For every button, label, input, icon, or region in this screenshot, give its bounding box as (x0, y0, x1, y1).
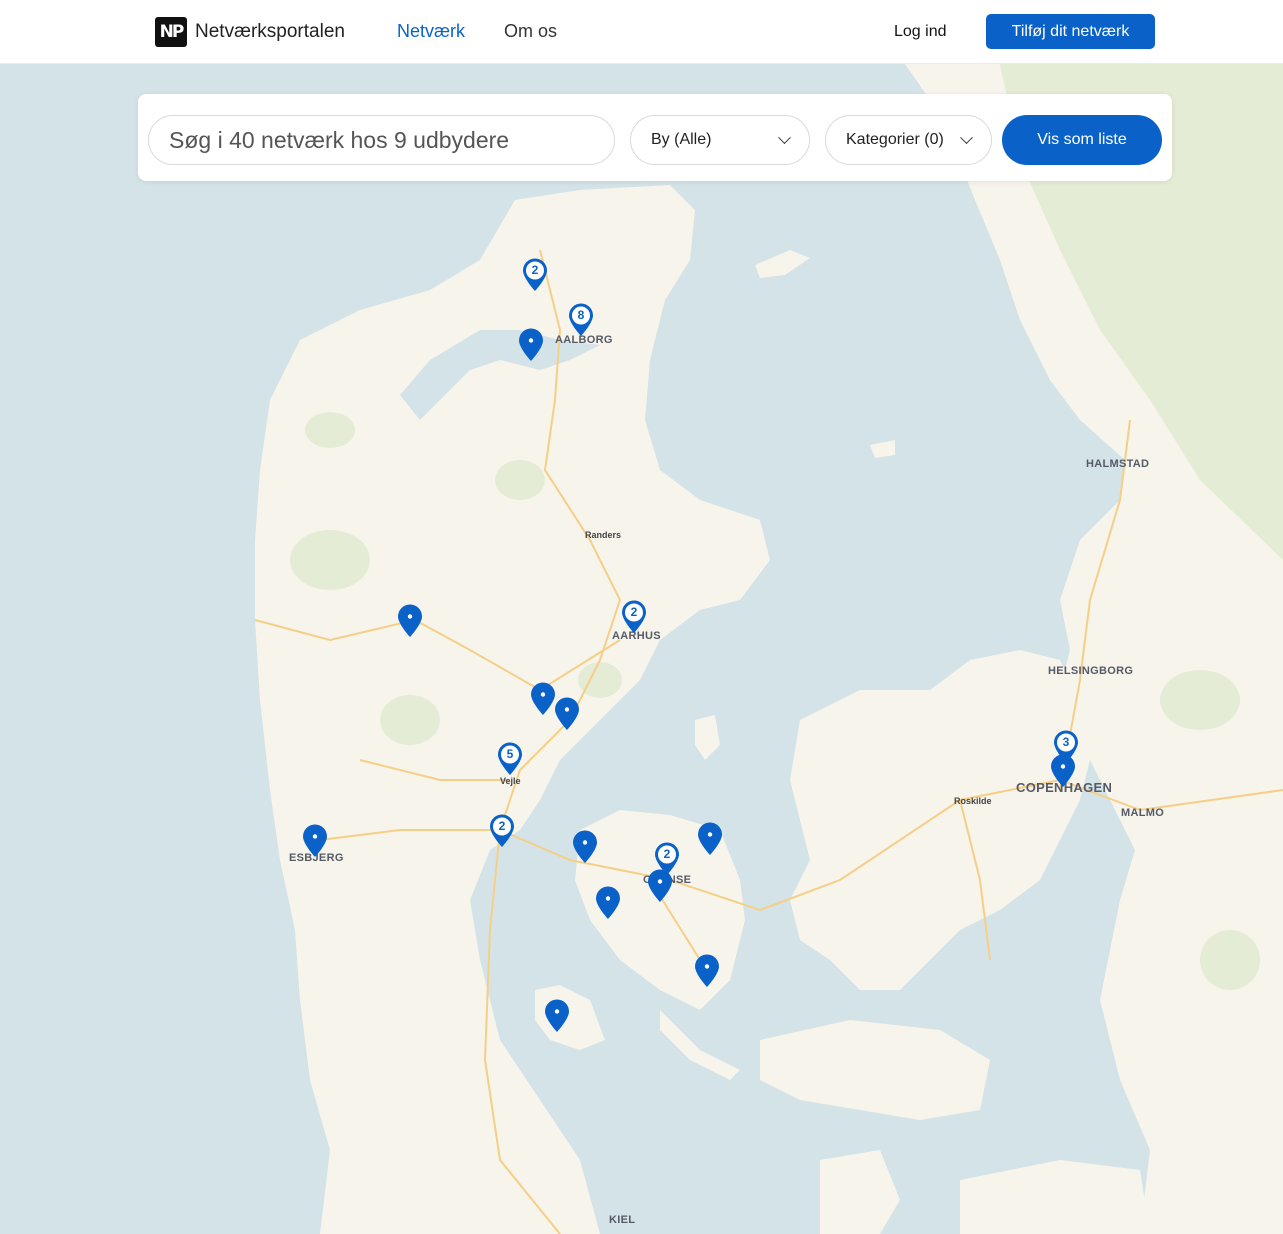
logo[interactable]: NP Netværksportalen (155, 17, 345, 47)
search-input[interactable] (148, 115, 615, 165)
map-pin-icon (596, 886, 620, 919)
map-pin-icon (1051, 754, 1075, 787)
city-label-malmo: MALMO (1121, 807, 1165, 819)
city-label-randers: Randers (585, 530, 622, 540)
chevron-down-icon (778, 130, 791, 144)
map-marker[interactable] (397, 604, 423, 638)
map-marker[interactable] (647, 869, 673, 903)
category-select[interactable]: Kategorier (0) (825, 115, 992, 165)
map-marker[interactable]: 8 (568, 303, 594, 337)
city-select[interactable]: By (Alle) (630, 115, 810, 165)
map-marker[interactable] (302, 824, 328, 858)
add-network-button[interactable]: Tilføj dit netværk (986, 14, 1155, 49)
map-marker[interactable] (694, 954, 720, 988)
map[interactable]: AALBORG HALMSTAD Randers AARHUS HELSINGB… (0, 64, 1283, 1234)
map-marker[interactable] (1050, 754, 1076, 788)
brand-name: Netværksportalen (195, 21, 345, 42)
map-marker[interactable]: 2 (489, 814, 515, 848)
marker-count: 2 (531, 263, 539, 277)
search-panel: By (Alle) Kategorier (0) Vis som liste (138, 94, 1172, 181)
map-marker[interactable]: 2 (621, 600, 647, 634)
city-label-kiel: KIEL (609, 1214, 636, 1226)
city-label-roskilde: Roskilde (954, 796, 992, 806)
map-marker[interactable] (518, 328, 544, 362)
chevron-down-icon (960, 130, 973, 144)
map-pin-icon (573, 830, 597, 863)
city-label-helsingborg: HELSINGBORG (1048, 665, 1134, 677)
city-label-vejle: Vejle (500, 776, 521, 786)
map-marker[interactable] (595, 886, 621, 920)
map-marker[interactable]: 5 (497, 742, 523, 776)
map-pin-icon (531, 682, 555, 715)
map-pin-icon (519, 328, 543, 361)
city-label-halmstad: HALMSTAD (1086, 458, 1150, 470)
map-marker[interactable] (572, 830, 598, 864)
nav-link-om-os[interactable]: Om os (504, 21, 557, 42)
marker-count: 2 (498, 819, 506, 833)
map-pin-icon (303, 824, 327, 857)
marker-count: 3 (1062, 735, 1070, 749)
map-marker[interactable] (530, 682, 556, 716)
category-select-label: Kategorier (0) (846, 131, 944, 148)
show-as-list-button[interactable]: Vis som liste (1002, 115, 1162, 165)
map-pin-icon (555, 697, 579, 730)
marker-count: 8 (577, 308, 585, 322)
login-link[interactable]: Log ind (894, 23, 947, 41)
map-marker[interactable]: 2 (522, 258, 548, 292)
map-marker[interactable] (697, 822, 723, 856)
city-select-label: By (Alle) (651, 131, 712, 148)
nav-link-netvaerk[interactable]: Netværk (397, 21, 465, 42)
marker-count: 2 (663, 847, 671, 861)
top-navigation-bar: NP Netværksportalen Netværk Om os Log in… (0, 0, 1283, 64)
logo-icon: NP (155, 17, 187, 47)
marker-count: 2 (630, 605, 638, 619)
map-pin-icon (545, 999, 569, 1032)
map-pin-icon (698, 822, 722, 855)
marker-count: 5 (506, 747, 514, 761)
map-marker[interactable] (544, 999, 570, 1033)
map-marker[interactable] (554, 697, 580, 731)
map-base (0, 64, 1283, 1234)
map-pin-icon (648, 869, 672, 902)
map-pin-icon (695, 954, 719, 987)
map-pin-icon (398, 604, 422, 637)
